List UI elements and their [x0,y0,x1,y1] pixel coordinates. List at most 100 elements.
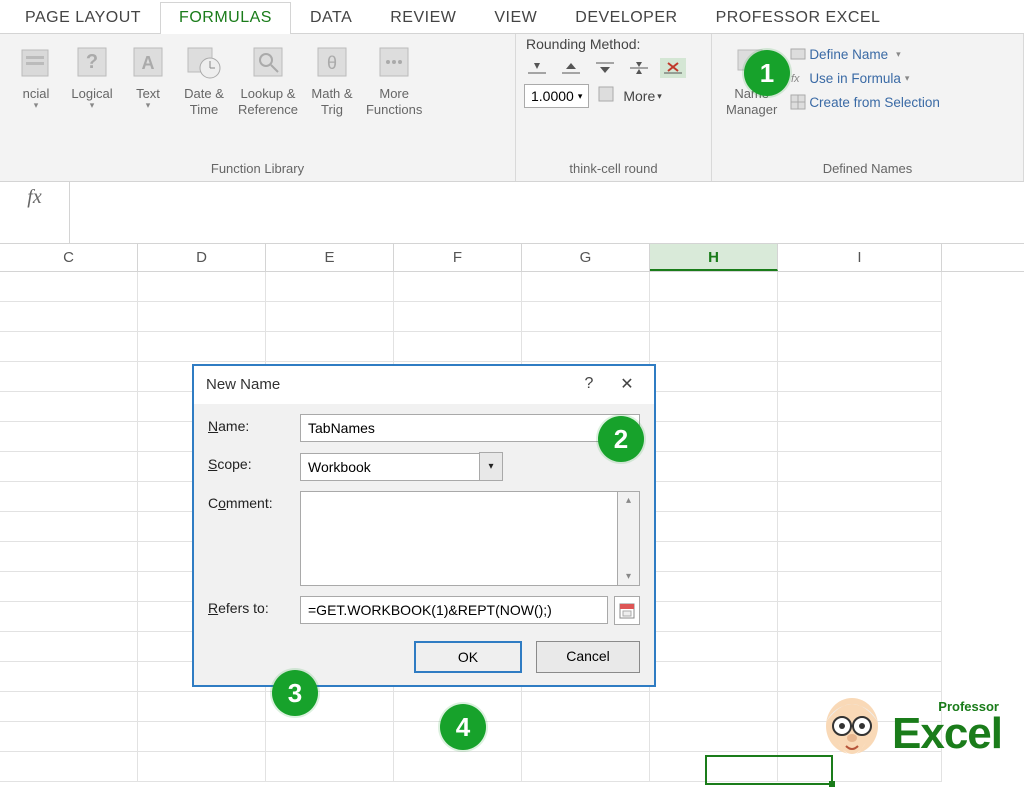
rounding-icon-row [524,56,703,84]
lookup-label: Lookup & [241,86,296,102]
refers-to-input[interactable] [300,596,608,624]
text-button[interactable]: A Text ▾ [120,38,176,158]
annotation-badge-4: 4 [440,704,486,750]
comment-label: Comment: [208,491,300,511]
col-head-e[interactable]: E [266,244,394,271]
scope-dropdown-button[interactable]: ▾ [479,452,503,481]
scroll-down-icon: ▾ [626,571,631,582]
rounding-precision[interactable]: 1.0000▾ [524,84,589,108]
defined-names-label: Defined Names [720,158,1015,181]
annotation-badge-1: 1 [744,50,790,96]
round-apply-icon[interactable] [597,85,615,108]
dropdown-icon: ▾ [34,100,39,111]
rounding-method-label: Rounding Method: [524,34,703,56]
name-manager-label2: Manager [726,102,777,118]
clock-icon [182,40,226,84]
column-headers: C D E F G H I [0,244,1024,272]
cancel-button[interactable]: Cancel [536,641,640,673]
group-think-cell-round: Rounding Method: 1.0000▾ More▾ think-cel… [516,34,712,181]
group-function-library: ncial ▾ ? Logical ▾ A Text ▾ Date & Time… [0,34,516,181]
comment-input[interactable] [300,491,618,586]
tab-professor-excel[interactable]: PROFESSOR EXCEL [697,2,900,33]
col-head-c[interactable]: C [0,244,138,271]
ok-button[interactable]: OK [414,641,522,673]
svg-text:A: A [142,53,155,73]
tab-view[interactable]: VIEW [475,2,556,33]
rounding-value: 1.0000 [531,88,574,104]
scope-label: Scope: [208,452,300,472]
new-name-dialog: New Name ? ✕ Name: Scope: ▾ Comment: ▴▾ … [192,364,656,687]
round-more-label: More [623,88,655,104]
logical-button[interactable]: ? Logical ▾ [64,38,120,158]
define-name-label: Define Name [809,47,888,62]
col-head-f[interactable]: F [394,244,522,271]
col-head-g[interactable]: G [522,244,650,271]
use-in-formula-label: Use in Formula [809,71,901,86]
dialog-close-button[interactable]: ✕ [608,374,646,394]
dropdown-icon: ▾ [90,100,95,111]
tab-data[interactable]: DATA [291,2,371,33]
dialog-help-button[interactable]: ? [570,375,608,393]
more-label: More [379,86,409,102]
fx-button[interactable]: fx [0,182,70,243]
financial-button[interactable]: ncial ▾ [8,38,64,158]
fx-icon: fx [27,186,41,209]
col-head-h[interactable]: H [650,244,778,271]
dialog-title: New Name [206,376,570,393]
create-from-selection-icon [789,93,807,111]
trig-label: Trig [321,102,343,118]
time-label: Time [190,102,218,118]
create-from-selection-button[interactable]: Create from Selection [787,90,942,114]
round-opt-3[interactable] [592,58,618,78]
svg-text:θ: θ [327,53,337,73]
use-in-formula-button[interactable]: fx Use in Formula ▾ [787,66,942,90]
date-label: Date & [184,86,224,102]
tab-review[interactable]: REVIEW [371,2,475,33]
annotation-badge-2: 2 [598,416,644,462]
ribbon-body: ncial ▾ ? Logical ▾ A Text ▾ Date & Time… [0,34,1024,182]
think-cell-round-label: think-cell round [524,158,703,181]
tab-formulas[interactable]: FORMULAS [160,2,291,34]
formula-input[interactable] [70,182,1024,190]
text-icon: A [126,40,170,84]
define-name-button[interactable]: Define Name ▾ [787,42,942,66]
function-library-label: Function Library [8,158,507,181]
round-opt-none[interactable] [660,58,686,78]
professor-excel-logo: Professor Excel [820,692,1002,764]
svg-text:fx: fx [791,73,800,85]
functions-label: Functions [366,102,422,118]
professor-face-icon [820,692,884,764]
round-more-button[interactable]: More▾ [623,88,661,104]
lookup-reference-button[interactable]: Lookup & Reference [232,38,304,158]
financial-icon [14,40,58,84]
svg-text:?: ? [86,51,98,73]
col-head-i[interactable]: I [778,244,942,271]
range-picker-icon [618,602,636,620]
refers-to-label: Refers to: [208,596,300,616]
selected-cell[interactable] [705,755,833,785]
logo-big-text: Excel [892,713,1002,755]
col-head-d[interactable]: D [138,244,266,271]
formula-bar: fx [0,182,1024,244]
ribbon-tabs: PAGE LAYOUT FORMULAS DATA REVIEW VIEW DE… [0,0,1024,34]
comment-scrollbar[interactable]: ▴▾ [618,491,640,586]
refers-to-picker[interactable] [614,596,640,625]
more-icon [372,40,416,84]
name-label: Name: [208,414,300,434]
round-opt-2[interactable] [558,58,584,78]
reference-label: Reference [238,102,298,118]
tab-developer[interactable]: DEVELOPER [556,2,696,33]
use-in-formula-icon: fx [789,69,807,87]
date-time-button[interactable]: Date & Time [176,38,232,158]
math-label: Math & [311,86,352,102]
dialog-titlebar: New Name ? ✕ [194,366,654,404]
more-functions-button[interactable]: More Functions [360,38,428,158]
round-opt-1[interactable] [524,58,550,78]
scope-select[interactable] [300,453,480,481]
name-input[interactable] [300,414,640,442]
lookup-icon [246,40,290,84]
math-trig-button[interactable]: θ Math & Trig [304,38,360,158]
logical-icon: ? [70,40,114,84]
tab-page-layout[interactable]: PAGE LAYOUT [6,2,160,33]
round-opt-4[interactable] [626,58,652,78]
